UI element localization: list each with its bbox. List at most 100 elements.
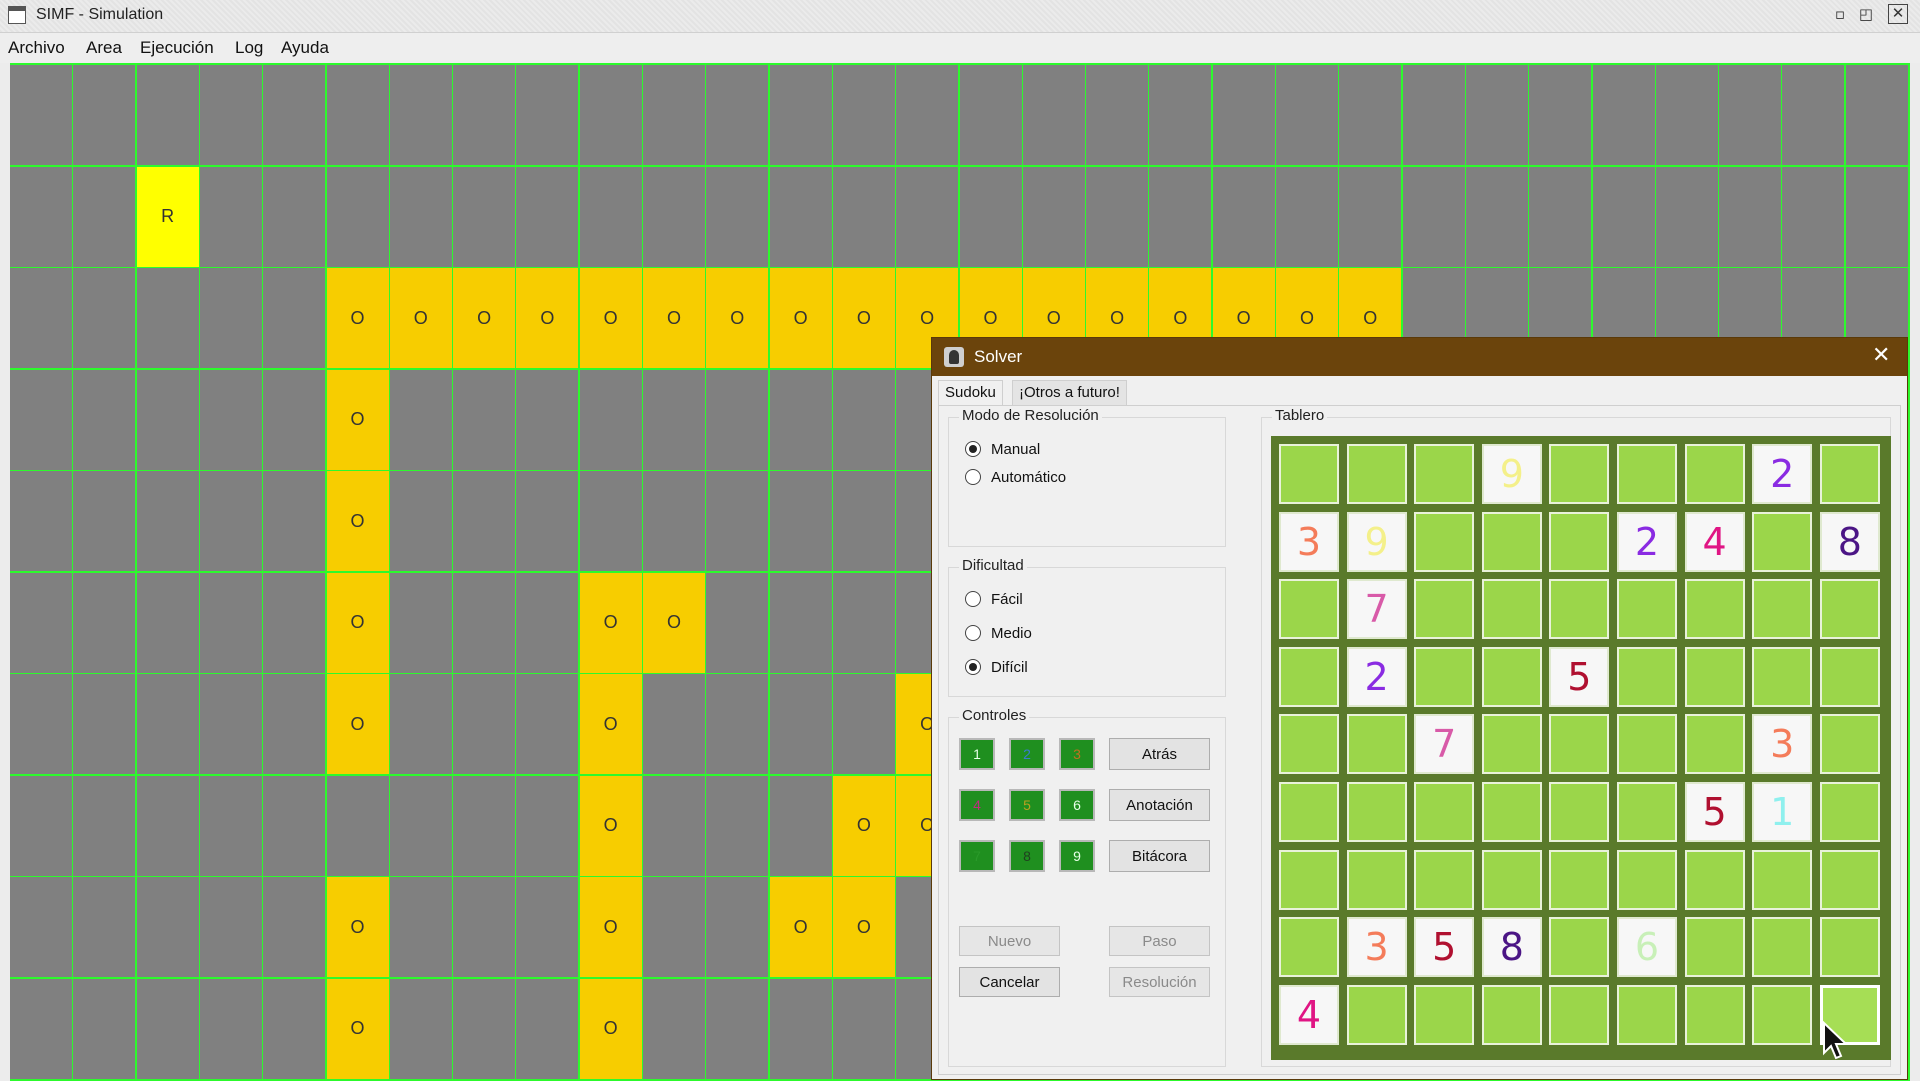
maximize-icon[interactable]: ◰ xyxy=(1856,4,1876,24)
radio-dificil[interactable]: Difícil xyxy=(965,656,1028,678)
grid-cell[interactable] xyxy=(73,572,138,675)
grid-cell[interactable] xyxy=(832,572,897,675)
sudoku-cell-empty[interactable] xyxy=(1617,849,1677,910)
sudoku-cell-empty[interactable] xyxy=(1346,782,1407,842)
grid-cell[interactable] xyxy=(10,166,74,269)
grid-cell[interactable] xyxy=(643,877,707,979)
grid-cell[interactable] xyxy=(199,674,264,776)
grid-cell[interactable] xyxy=(136,775,201,878)
sudoku-cell-empty[interactable] xyxy=(1617,714,1677,775)
grid-cell[interactable] xyxy=(1529,166,1594,269)
sudoku-cell-empty[interactable] xyxy=(1752,511,1813,572)
grid-cell[interactable] xyxy=(199,65,264,167)
sudoku-cell-empty[interactable] xyxy=(1414,511,1475,572)
grid-cell[interactable] xyxy=(73,268,138,370)
grid-cell[interactable] xyxy=(769,572,834,675)
grid-cell[interactable] xyxy=(10,877,74,979)
grid-cell-path[interactable]: O xyxy=(326,268,391,370)
sudoku-cell-empty[interactable] xyxy=(1346,984,1407,1045)
grid-cell[interactable] xyxy=(706,877,771,979)
grid-cell[interactable] xyxy=(706,674,771,776)
number-button-2[interactable]: 2 xyxy=(1009,738,1045,770)
sudoku-cell-filled[interactable]: 3 xyxy=(1279,511,1339,572)
tab-sudoku[interactable]: Sudoku xyxy=(938,380,1003,405)
grid-cell[interactable] xyxy=(453,775,518,878)
grid-cell[interactable] xyxy=(10,65,74,167)
sudoku-cell-filled[interactable]: 9 xyxy=(1346,511,1407,572)
grid-cell[interactable] xyxy=(263,369,328,472)
sudoku-cell-empty[interactable] xyxy=(1481,579,1542,640)
number-button-8[interactable]: 8 xyxy=(1009,840,1045,872)
grid-cell[interactable] xyxy=(1339,65,1404,167)
grid-cell[interactable] xyxy=(516,572,581,675)
number-button-1[interactable]: 1 xyxy=(959,738,995,770)
sudoku-cell-empty[interactable] xyxy=(1549,984,1610,1045)
grid-cell[interactable] xyxy=(136,369,201,472)
grid-cell[interactable] xyxy=(1465,65,1530,167)
grid-cell[interactable] xyxy=(199,877,264,979)
grid-cell-path[interactable]: O xyxy=(326,877,391,979)
grid-cell[interactable] xyxy=(136,978,201,1081)
grid-cell[interactable] xyxy=(1655,166,1720,269)
grid-cell[interactable] xyxy=(199,471,264,573)
sudoku-cell-empty[interactable] xyxy=(1279,782,1339,842)
grid-cell[interactable] xyxy=(73,674,138,776)
grid-cell[interactable] xyxy=(1782,65,1847,167)
sudoku-cell-empty[interactable] xyxy=(1414,579,1475,640)
sudoku-cell-empty[interactable] xyxy=(1346,714,1407,775)
sudoku-cell-empty[interactable] xyxy=(1481,782,1542,842)
grid-cell[interactable] xyxy=(579,471,644,573)
radio-facil-indicator[interactable] xyxy=(965,591,981,607)
grid-cell[interactable] xyxy=(896,65,961,167)
grid-cell-path[interactable]: O xyxy=(579,978,644,1081)
grid-cell[interactable] xyxy=(516,166,581,269)
radio-automatico[interactable]: Automático xyxy=(965,466,1066,488)
menu-ejecucion[interactable]: Ejecución xyxy=(140,38,214,58)
grid-cell-path[interactable]: O xyxy=(832,268,897,370)
grid-cell-path[interactable]: O xyxy=(579,268,644,370)
number-button-7[interactable]: 7 xyxy=(959,840,995,872)
sudoku-cell-empty[interactable] xyxy=(1819,917,1880,978)
radio-manual-indicator[interactable] xyxy=(965,441,981,457)
grid-cell[interactable] xyxy=(453,471,518,573)
radio-automatico-indicator[interactable] xyxy=(965,469,981,485)
sudoku-cell-filled[interactable]: 6 xyxy=(1617,917,1677,978)
sudoku-cell-empty[interactable] xyxy=(1549,917,1610,978)
grid-cell-path[interactable]: O xyxy=(832,775,897,878)
grid-cell[interactable] xyxy=(516,65,581,167)
sudoku-cell-empty[interactable] xyxy=(1279,579,1339,640)
grid-cell-path[interactable]: O xyxy=(579,877,644,979)
sudoku-cell-empty[interactable] xyxy=(1819,579,1880,640)
nuevo-button[interactable]: Nuevo xyxy=(959,926,1060,956)
sudoku-cell-empty[interactable] xyxy=(1481,646,1542,707)
grid-cell[interactable] xyxy=(136,268,201,370)
sudoku-cell-empty[interactable] xyxy=(1414,849,1475,910)
grid-cell[interactable] xyxy=(769,471,834,573)
sudoku-cell-empty[interactable] xyxy=(1481,984,1542,1045)
sudoku-cell-empty[interactable] xyxy=(1617,984,1677,1045)
sudoku-cell-empty[interactable] xyxy=(1752,917,1813,978)
paso-button[interactable]: Paso xyxy=(1109,926,1210,956)
grid-cell[interactable] xyxy=(389,369,454,472)
menu-log[interactable]: Log xyxy=(235,38,263,58)
grid-cell[interactable] xyxy=(959,166,1024,269)
grid-cell[interactable] xyxy=(1845,65,1910,167)
menu-area[interactable]: Area xyxy=(86,38,122,58)
grid-cell[interactable] xyxy=(1719,65,1784,167)
grid-cell[interactable] xyxy=(199,268,264,370)
radio-dificil-indicator[interactable] xyxy=(965,659,981,675)
grid-cell[interactable] xyxy=(896,166,961,269)
grid-cell[interactable] xyxy=(136,877,201,979)
grid-cell-path[interactable]: O xyxy=(643,268,707,370)
sudoku-cell-filled[interactable]: 3 xyxy=(1346,917,1407,978)
grid-cell[interactable] xyxy=(453,978,518,1081)
grid-cell[interactable] xyxy=(199,166,264,269)
grid-cell[interactable] xyxy=(579,369,644,472)
grid-cell[interactable] xyxy=(73,65,138,167)
grid-cell[interactable] xyxy=(643,65,707,167)
grid-cell[interactable] xyxy=(199,572,264,675)
sudoku-cell-empty[interactable] xyxy=(1481,511,1542,572)
sudoku-cell-empty[interactable] xyxy=(1752,849,1813,910)
sudoku-cell-empty[interactable] xyxy=(1684,579,1745,640)
grid-cell[interactable] xyxy=(10,572,74,675)
